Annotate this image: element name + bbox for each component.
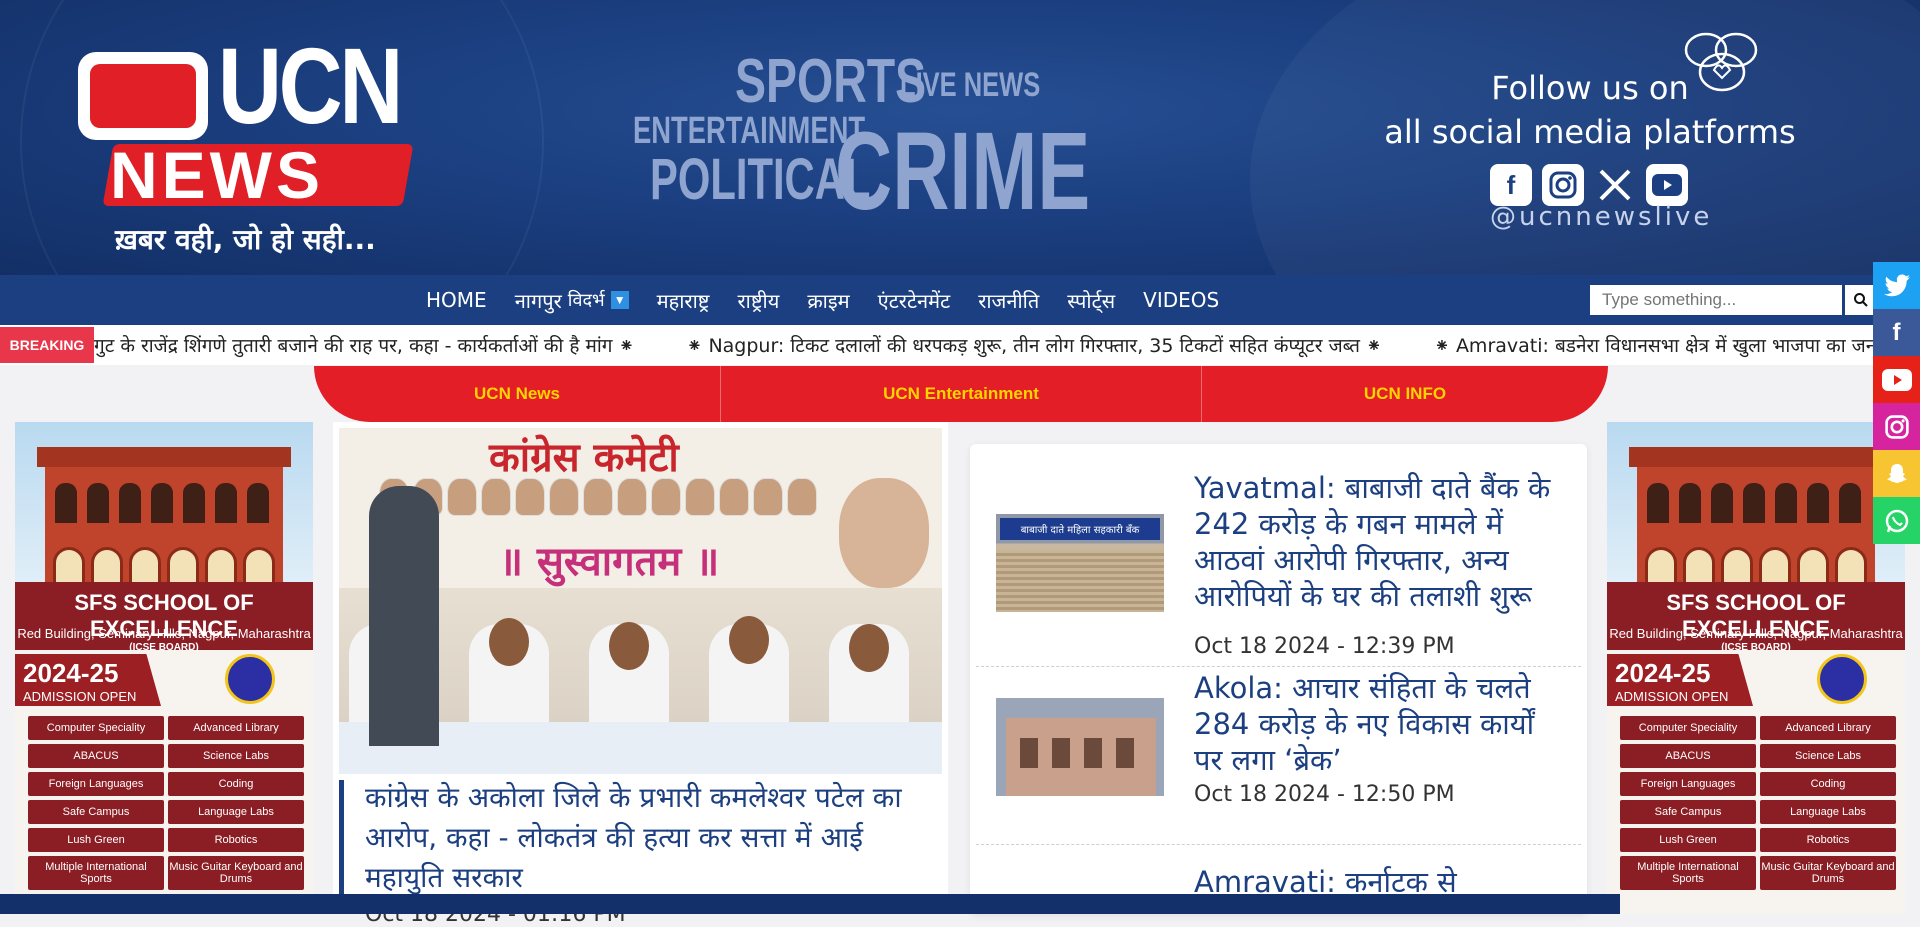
logo-ucn-text: UCN	[218, 25, 403, 146]
ad-feature: Advanced Library	[168, 716, 304, 740]
facebook-icon[interactable]: f	[1873, 309, 1920, 356]
ad-features: Computer Speciality Advanced Library ABA…	[1620, 716, 1896, 890]
ad-feature: Safe Campus	[28, 800, 164, 824]
school-emblem-icon	[1817, 654, 1867, 704]
ad-feature: Coding	[168, 772, 304, 796]
whatsapp-icon[interactable]	[1873, 497, 1920, 544]
nav-national[interactable]: राष्ट्रीय	[723, 287, 793, 314]
dropdown-arrow-icon: ▼	[610, 291, 629, 309]
twitter-icon[interactable]	[1873, 262, 1920, 309]
ad-address: Red Building, Seminary Hills, Nagpur, Ma…	[1609, 626, 1903, 641]
list-item[interactable]: बाबाजी दाते महिला सहकारी बँक Yavatmal: ब…	[976, 470, 1581, 667]
nav-nagpur[interactable]: नागपुर	[501, 287, 568, 314]
ticker-item[interactable]: ⁕ Nagpur: टिकट दलालों की धरपकड़ शुरू, ती…	[686, 332, 1382, 358]
ticker-items: गुट के राजेंद्र शिंगणे तुतारी बजाने की र…	[94, 325, 1920, 365]
school-emblem-icon	[225, 654, 275, 704]
bottom-bar	[0, 894, 1620, 914]
breaking-ticker: गुट के राजेंद्र शिंगणे तुतारी बजाने की र…	[0, 325, 1920, 365]
nav-maharashtra[interactable]: महाराष्ट्र	[643, 287, 724, 314]
ad-feature: Computer Speciality	[1620, 716, 1756, 740]
ad-features: Computer Speciality Advanced Library ABA…	[28, 716, 304, 890]
nav-home[interactable]: HOME	[412, 288, 501, 312]
search-input[interactable]	[1590, 285, 1842, 315]
ad-feature: Coding	[1760, 772, 1896, 796]
ad-feature: Multiple International Sports	[1620, 856, 1756, 890]
section-tabs: UCN News UCN Entertainment UCN INFO	[314, 366, 1608, 422]
tab-ucn-info[interactable]: UCN INFO	[1202, 366, 1608, 422]
ad-feature: Language Labs	[1760, 800, 1896, 824]
ad-feature: ABACUS	[1620, 744, 1756, 768]
nav-crime[interactable]: क्राइम	[793, 287, 863, 314]
ad-feature: ABACUS	[28, 744, 164, 768]
facebook-icon[interactable]: f	[1490, 164, 1532, 206]
ad-feature: Robotics	[1760, 828, 1896, 852]
list-title[interactable]: Yavatmal: बाबाजी दाते बैंक के 242 करोड़ …	[1194, 470, 1564, 614]
floating-social-bar: f	[1873, 262, 1920, 544]
ad-year: 2024-25	[1615, 658, 1711, 688]
ticker-item[interactable]: गुट के राजेंद्र शिंगणे तुतारी बजाने की र…	[94, 332, 634, 358]
nav-videos[interactable]: VIDEOS	[1129, 288, 1233, 312]
ad-feature: Lush Green	[1620, 828, 1756, 852]
header-social-links: f	[1490, 164, 1688, 206]
site-logo[interactable]: UCN NEWS	[78, 32, 418, 216]
featured-image[interactable]: कांग्रेस कमेटी ॥ सुस्वागतम ॥	[339, 428, 942, 774]
ad-year: 2024-25	[23, 658, 119, 688]
x-icon[interactable]	[1594, 164, 1636, 206]
ad-feature: Language Labs	[168, 800, 304, 824]
youtube-icon[interactable]	[1873, 356, 1920, 403]
ad-feature: Multiple International Sports	[28, 856, 164, 890]
school-ad-right[interactable]: SFS SCHOOL OF EXCELLENCE (ICSE BOARD) Re…	[1607, 422, 1905, 914]
ad-feature: Robotics	[168, 828, 304, 852]
ticker-item[interactable]: ⁕ Amravati: बडनेरा विधानसभा क्षेत्र में …	[1434, 332, 1920, 358]
logo-screen-icon	[78, 52, 208, 140]
list-thumbnail[interactable]	[996, 698, 1164, 796]
tab-ucn-entertainment[interactable]: UCN Entertainment	[721, 366, 1202, 422]
banner-welcome: ॥ सुस्वागतम ॥	[499, 539, 720, 585]
ad-feature: Science Labs	[168, 744, 304, 768]
nav-sports[interactable]: स्पोर्ट्स	[1053, 287, 1129, 314]
school-ad-left[interactable]: SFS SCHOOL OF EXCELLENCE (ICSE BOARD) Re…	[15, 422, 313, 914]
tagline: ख़बर वही, जो हो सही...	[115, 223, 376, 256]
ad-feature: Science Labs	[1760, 744, 1896, 768]
youtube-icon[interactable]	[1646, 164, 1688, 206]
category-graphic: SPORTS LIVE NEWS ENTERTAINMENT POLITICAL…	[633, 47, 1091, 233]
search-icon	[1854, 293, 1868, 307]
ad-feature: Music Guitar Keyboard and Drums	[1760, 856, 1896, 890]
list-title[interactable]: Akola: आचार संहिता के चलते 284 करोड़ के …	[1194, 670, 1564, 778]
list-date: Oct 18 2024 - 12:39 PM	[1194, 634, 1455, 659]
instagram-icon[interactable]	[1873, 403, 1920, 450]
nav-politics[interactable]: राजनीति	[964, 287, 1053, 314]
main-nav: HOME नागपुर विदर्भ ▼ महाराष्ट्र राष्ट्री…	[0, 275, 1920, 325]
chat-bubbles-icon	[1684, 32, 1758, 92]
ad-admission: ADMISSION OPEN	[23, 689, 137, 704]
ad-feature: Lush Green	[28, 828, 164, 852]
logo-news-text: NEWS	[110, 138, 324, 212]
ad-feature: Foreign Languages	[28, 772, 164, 796]
featured-story[interactable]: कांग्रेस कमेटी ॥ सुस्वागतम ॥ कांग्रेस के…	[333, 422, 948, 927]
nav-entertainment[interactable]: एंटरटेनमेंट	[864, 287, 965, 314]
breaking-label: BREAKING	[0, 327, 94, 363]
nav-vidarbha-dropdown[interactable]: विदर्भ ▼	[568, 288, 643, 312]
snapchat-icon[interactable]	[1873, 450, 1920, 497]
ad-feature: Foreign Languages	[1620, 772, 1756, 796]
ad-address: Red Building, Seminary Hills, Nagpur, Ma…	[17, 626, 311, 641]
list-item[interactable]: Akola: आचार संहिता के चलते 284 करोड़ के …	[976, 670, 1581, 845]
ad-feature: Music Guitar Keyboard and Drums	[168, 856, 304, 890]
list-date: Oct 18 2024 - 12:50 PM	[1194, 782, 1455, 807]
news-list: बाबाजी दाते महिला सहकारी बँक Yavatmal: ब…	[970, 444, 1587, 914]
tab-ucn-news[interactable]: UCN News	[314, 366, 721, 422]
instagram-icon[interactable]	[1542, 164, 1584, 206]
social-handle: @ucnnewslive	[1490, 202, 1713, 232]
featured-title[interactable]: कांग्रेस के अकोला जिले के प्रभारी कमलेश्…	[365, 778, 940, 898]
list-thumbnail[interactable]: बाबाजी दाते महिला सहकारी बँक	[996, 514, 1164, 612]
ad-feature: Safe Campus	[1620, 800, 1756, 824]
banner-title: कांग्रेस कमेटी	[489, 435, 679, 481]
ad-admission: ADMISSION OPEN	[1615, 689, 1729, 704]
site-header: UCN NEWS ख़बर वही, जो हो सही... SPORTS L…	[0, 0, 1920, 275]
ad-feature: Computer Speciality	[28, 716, 164, 740]
ad-feature: Advanced Library	[1760, 716, 1896, 740]
